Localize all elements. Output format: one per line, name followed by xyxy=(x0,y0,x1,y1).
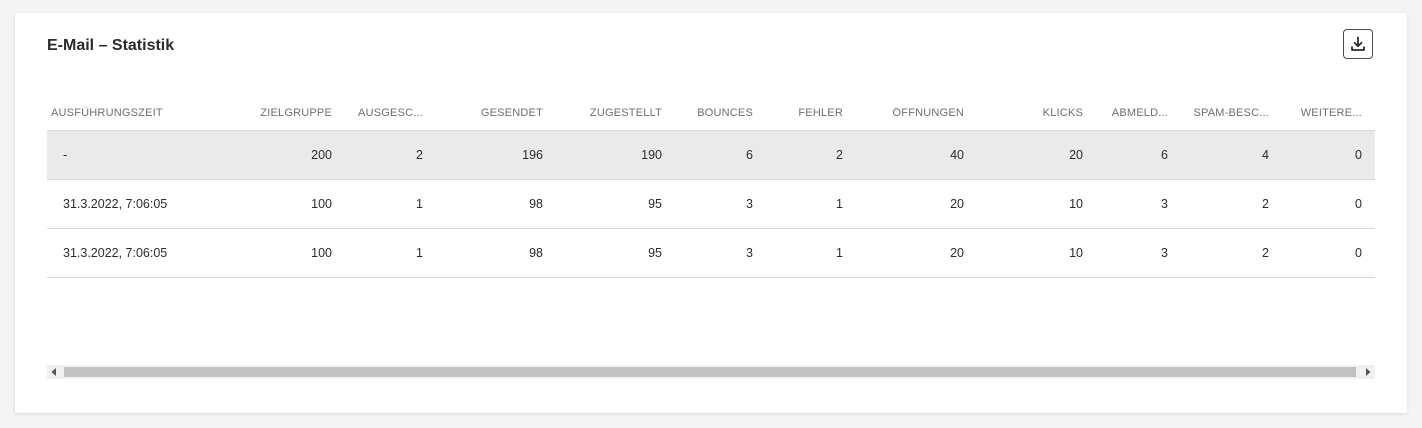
cell-forwards: 0 xyxy=(1355,148,1362,162)
cell-spam-complaints: 4 xyxy=(1262,148,1269,162)
cell-target-group: 100 xyxy=(311,246,332,260)
cell-clicks: 10 xyxy=(1069,246,1083,260)
cell-opens: 40 xyxy=(950,148,964,162)
cell-forwards: 0 xyxy=(1355,197,1362,211)
cell-errors: 1 xyxy=(836,246,843,260)
scroll-left-button[interactable] xyxy=(47,365,61,379)
cell-errors: 1 xyxy=(836,197,843,211)
cell-execution-time: 31.3.2022, 7:06:05 xyxy=(63,246,168,260)
column-header-execution-time[interactable]: AUSFÜHRUNGSZEIT xyxy=(47,107,227,119)
cell-delivered: 190 xyxy=(641,148,662,162)
column-header-forwards[interactable]: WEITERE... xyxy=(1269,107,1362,119)
statistics-table: AUSFÜHRUNGSZEIT ZIELGRUPPE AUSGESC... GE… xyxy=(47,95,1375,278)
cell-clicks: 20 xyxy=(1069,148,1083,162)
cell-unsubscribes: 6 xyxy=(1161,148,1168,162)
column-header-target-group[interactable]: ZIELGRUPPE xyxy=(227,107,333,119)
table-header-row: AUSFÜHRUNGSZEIT ZIELGRUPPE AUSGESC... GE… xyxy=(47,95,1375,130)
arrow-left-icon xyxy=(51,368,56,376)
cell-sent: 98 xyxy=(529,246,543,260)
cell-sent: 196 xyxy=(522,148,543,162)
cell-execution-time: - xyxy=(63,148,68,162)
column-header-sent[interactable]: GESENDET xyxy=(423,107,543,119)
email-statistics-card: E-Mail – Statistik AUSFÜHRUNGSZEIT ZIELG… xyxy=(15,13,1407,413)
column-header-clicks[interactable]: KLICKS xyxy=(964,107,1083,119)
cell-spam-complaints: 2 xyxy=(1262,246,1269,260)
download-button[interactable] xyxy=(1343,29,1373,59)
scroll-right-button[interactable] xyxy=(1361,365,1375,379)
cell-clicks: 10 xyxy=(1069,197,1083,211)
cell-bounces: 3 xyxy=(746,246,753,260)
table-row-total: - 200 2 196 190 6 2 40 20 6 4 0 xyxy=(47,130,1375,180)
cell-bounces: 3 xyxy=(746,197,753,211)
cell-excluded: 1 xyxy=(416,197,423,211)
cell-errors: 2 xyxy=(836,148,843,162)
cell-target-group: 200 xyxy=(311,148,332,162)
cell-execution-time: 31.3.2022, 7:06:05 xyxy=(63,197,168,211)
cell-spam-complaints: 2 xyxy=(1262,197,1269,211)
download-icon xyxy=(1351,36,1365,51)
column-header-errors[interactable]: FEHLER xyxy=(753,107,843,119)
cell-unsubscribes: 3 xyxy=(1161,197,1168,211)
column-header-unsubscribes[interactable]: ABMELD... xyxy=(1083,107,1168,119)
column-header-opens[interactable]: ÖFFNUNGEN xyxy=(843,107,964,119)
cell-opens: 20 xyxy=(950,197,964,211)
cell-delivered: 95 xyxy=(648,197,662,211)
cell-unsubscribes: 3 xyxy=(1161,246,1168,260)
arrow-right-icon xyxy=(1366,368,1371,376)
cell-excluded: 2 xyxy=(416,148,423,162)
scrollbar-thumb[interactable] xyxy=(64,367,1356,377)
column-header-delivered[interactable]: ZUGESTELLT xyxy=(543,107,662,119)
column-header-spam-complaints[interactable]: SPAM-BESC... xyxy=(1168,107,1269,119)
cell-excluded: 1 xyxy=(416,246,423,260)
cell-delivered: 95 xyxy=(648,246,662,260)
cell-bounces: 6 xyxy=(746,148,753,162)
cell-forwards: 0 xyxy=(1355,246,1362,260)
table-row: 31.3.2022, 7:06:05 100 1 98 95 3 1 20 10… xyxy=(47,229,1375,278)
horizontal-scrollbar[interactable] xyxy=(47,365,1375,379)
table-row: 31.3.2022, 7:06:05 100 1 98 95 3 1 20 10… xyxy=(47,180,1375,229)
column-header-bounces[interactable]: BOUNCES xyxy=(662,107,753,119)
column-header-excluded[interactable]: AUSGESC... xyxy=(333,107,423,119)
card-title: E-Mail – Statistik xyxy=(47,37,175,54)
cell-opens: 20 xyxy=(950,246,964,260)
cell-target-group: 100 xyxy=(311,197,332,211)
cell-sent: 98 xyxy=(529,197,543,211)
